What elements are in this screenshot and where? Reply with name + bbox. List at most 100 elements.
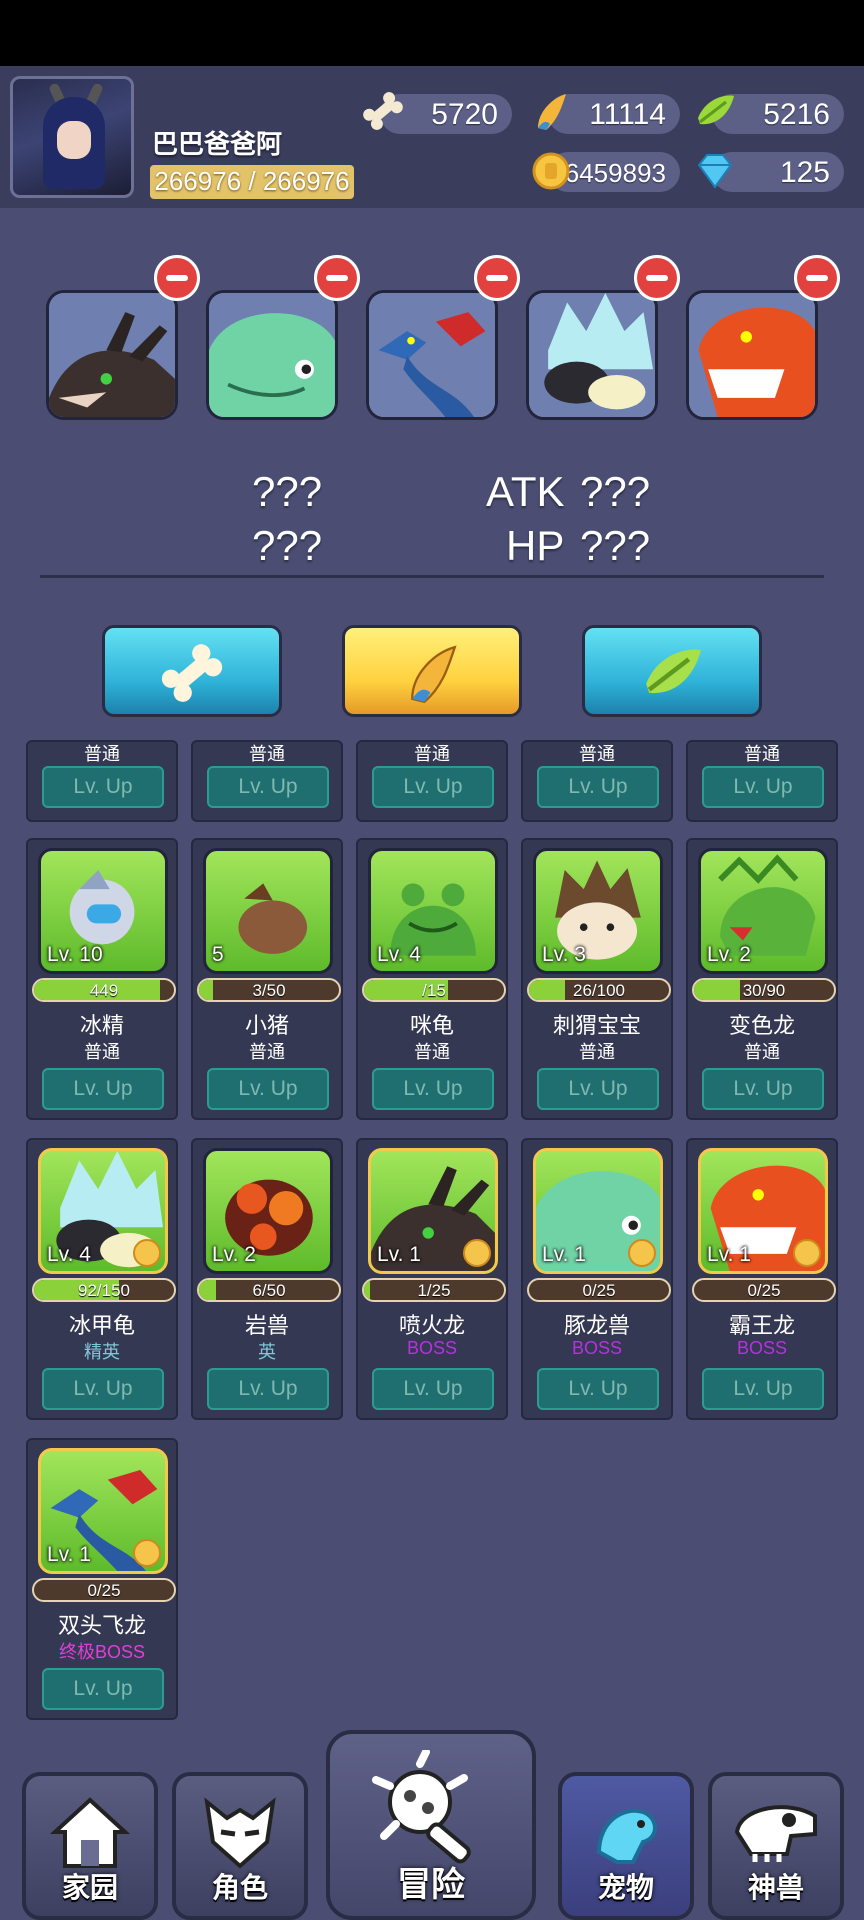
pet-level: Lv. 4 bbox=[47, 1243, 91, 1266]
rarity-label: 英 bbox=[258, 1342, 276, 1362]
team-slot-1[interactable] bbox=[46, 290, 178, 420]
remove-slot-3-button[interactable] bbox=[474, 255, 520, 301]
pet-card-partial-1: 普通 Lv. Up bbox=[26, 740, 178, 822]
pet-portrait: Lv. 4 bbox=[368, 848, 498, 974]
coin-icon bbox=[528, 148, 574, 194]
pet-card-cat-turtle[interactable]: Lv. 4 /15 咪龟 普通 Lv. Up bbox=[356, 838, 508, 1120]
hp-value: ??? bbox=[580, 522, 651, 569]
exp-text: 449 bbox=[89, 981, 119, 1000]
exp-text: 1/25 bbox=[417, 1281, 451, 1300]
remove-slot-1-button[interactable] bbox=[154, 255, 200, 301]
nav-home[interactable]: 家园 bbox=[22, 1772, 158, 1920]
remove-slot-4-button[interactable] bbox=[634, 255, 680, 301]
tab-horn[interactable] bbox=[342, 625, 522, 717]
rarity-label: 普通 bbox=[84, 744, 120, 764]
rarity-label: 终极BOSS bbox=[58, 1642, 146, 1662]
pet-card-ice-turtle[interactable]: Lv. 4 92/150 冰甲龟 精英 Lv. Up bbox=[26, 1138, 178, 1420]
level-up-button[interactable]: Lv. Up bbox=[207, 1068, 329, 1110]
pet-portrait: Lv. 4 bbox=[38, 1148, 168, 1274]
level-up-button[interactable]: Lv. Up bbox=[537, 1068, 659, 1110]
pet-card-small-pig[interactable]: 5 3/50 小猪 普通 Lv. Up bbox=[191, 838, 343, 1120]
pet-card-hedgehog[interactable]: Lv. 3 26/100 刺猬宝宝 普通 Lv. Up bbox=[521, 838, 673, 1120]
exp-bar: 3/50 bbox=[197, 978, 341, 1002]
pet-name: 咪龟 bbox=[409, 1013, 454, 1038]
team-slot-4[interactable] bbox=[526, 290, 658, 420]
exp-bar: 449 bbox=[32, 978, 176, 1002]
level-up-button[interactable]: Lv. Up bbox=[42, 766, 164, 808]
rarity-label: 普通 bbox=[744, 1042, 780, 1062]
pet-card-fire-dragon[interactable]: Lv. 1 1/25 喷火龙 BOSS Lv. Up bbox=[356, 1138, 508, 1420]
rarity-label: 普通 bbox=[579, 1042, 615, 1062]
stats-divider bbox=[40, 575, 824, 578]
exp-text: 3/50 bbox=[252, 981, 286, 1000]
bone-icon bbox=[360, 88, 406, 134]
level-up-button[interactable]: Lv. Up bbox=[372, 1368, 494, 1410]
remove-slot-5-button[interactable] bbox=[794, 255, 840, 301]
pet-card-twin-head-dragon[interactable]: Lv. 1 0/25 双头飞龙 终极BOSS Lv. Up bbox=[26, 1438, 178, 1720]
gem-icon bbox=[692, 148, 738, 194]
pet-name: 冰精 bbox=[79, 1013, 124, 1038]
pet-portrait: Lv. 2 bbox=[203, 1148, 333, 1274]
pet-card-partial-5: 普通 Lv. Up bbox=[686, 740, 838, 822]
pet-name: 双头飞龙 bbox=[57, 1613, 146, 1638]
team-slot-5[interactable] bbox=[686, 290, 818, 420]
mask-icon bbox=[204, 1797, 276, 1869]
exp-text: 30/90 bbox=[742, 981, 786, 1000]
pet-name: 豚龙兽 bbox=[563, 1313, 630, 1338]
level-up-button[interactable]: Lv. Up bbox=[537, 766, 659, 808]
exp-bar: 30/90 bbox=[692, 978, 836, 1002]
level-up-button[interactable]: Lv. Up bbox=[42, 1668, 164, 1710]
rarity-label: BOSS bbox=[736, 1338, 788, 1358]
two-headed-dragon-icon bbox=[369, 293, 495, 417]
level-up-button[interactable]: Lv. Up bbox=[207, 766, 329, 808]
tab-bone[interactable] bbox=[102, 625, 282, 717]
leaf-icon bbox=[692, 88, 738, 134]
team-slot-3[interactable] bbox=[366, 290, 498, 420]
player-hp-text: 266976 / 266976 bbox=[154, 166, 350, 196]
player-avatar[interactable] bbox=[10, 76, 134, 198]
team-slot-2[interactable] bbox=[206, 290, 338, 420]
rarity-label: 普通 bbox=[414, 744, 450, 764]
nav-beasts[interactable]: 神兽 bbox=[708, 1772, 844, 1920]
exp-text: 92/150 bbox=[78, 1281, 130, 1300]
nav-adventure[interactable]: 冒险 bbox=[326, 1730, 536, 1920]
remove-slot-2-button[interactable] bbox=[314, 255, 360, 301]
level-up-button[interactable]: Lv. Up bbox=[537, 1368, 659, 1410]
level-up-button[interactable]: Lv. Up bbox=[42, 1368, 164, 1410]
status-bar bbox=[0, 0, 864, 66]
pet-card-chameleon[interactable]: Lv. 2 30/90 变色龙 普通 Lv. Up bbox=[686, 838, 838, 1120]
level-up-button[interactable]: Lv. Up bbox=[207, 1368, 329, 1410]
coin-badge-icon bbox=[463, 1239, 491, 1267]
pet-portrait: Lv. 3 bbox=[533, 848, 663, 974]
coin-badge-icon bbox=[133, 1539, 161, 1567]
exp-bar: 0/25 bbox=[32, 1578, 176, 1602]
coin-badge-icon bbox=[628, 1239, 656, 1267]
pet-card-tyrannosaurus[interactable]: Lv. 1 0/25 霸王龙 BOSS Lv. Up bbox=[686, 1138, 838, 1420]
pet-level: Lv. 1 bbox=[47, 1543, 91, 1566]
level-up-button[interactable]: Lv. Up bbox=[702, 1068, 824, 1110]
stat-left-bottom: ??? bbox=[252, 522, 323, 569]
level-up-button[interactable]: Lv. Up bbox=[702, 766, 824, 808]
level-up-button[interactable]: Lv. Up bbox=[42, 1068, 164, 1110]
coin-badge-icon bbox=[793, 1239, 821, 1267]
pet-level: Lv. 2 bbox=[212, 1243, 256, 1266]
pet-card-lava-beast[interactable]: Lv. 2 6/50 岩兽 英 Lv. Up bbox=[191, 1138, 343, 1420]
tab-leaf[interactable] bbox=[582, 625, 762, 717]
rarity-label: BOSS bbox=[406, 1338, 458, 1358]
atk-value: ??? bbox=[580, 468, 651, 515]
pet-card-ice-spirit[interactable]: Lv. 10 449 冰精 普通 Lv. Up bbox=[26, 838, 178, 1120]
black-dragon-icon bbox=[49, 293, 175, 417]
nav-pets[interactable]: 宠物 bbox=[558, 1772, 694, 1920]
exp-text: 0/25 bbox=[747, 1281, 781, 1300]
rarity-label: 普通 bbox=[744, 744, 780, 764]
stat-left-top: ??? bbox=[252, 468, 323, 515]
level-up-button[interactable]: Lv. Up bbox=[702, 1368, 824, 1410]
level-up-button[interactable]: Lv. Up bbox=[372, 1068, 494, 1110]
pet-card-dolphin-dragon[interactable]: Lv. 1 0/25 豚龙兽 BOSS Lv. Up bbox=[521, 1138, 673, 1420]
pet-level: Lv. 3 bbox=[542, 943, 586, 966]
nav-pets-label: 宠物 bbox=[597, 1872, 654, 1903]
level-up-button[interactable]: Lv. Up bbox=[372, 766, 494, 808]
nav-character[interactable]: 角色 bbox=[172, 1772, 308, 1920]
pet-name: 变色龙 bbox=[728, 1013, 795, 1038]
exp-text: 26/100 bbox=[573, 981, 625, 1000]
